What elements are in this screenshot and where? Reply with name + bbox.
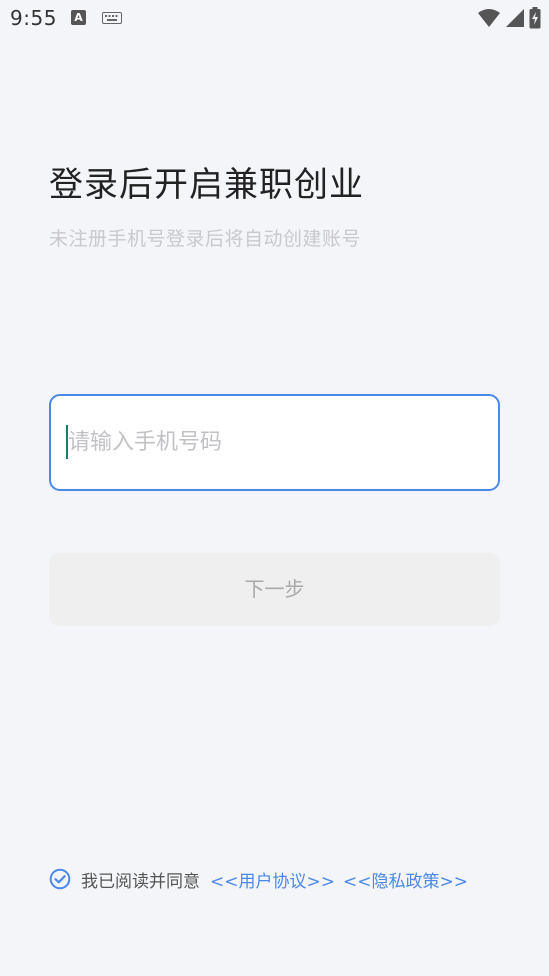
privacy-policy-link[interactable]: <<隐私政策>> — [343, 867, 468, 892]
agreement-row: 我已阅读并同意 <<用户协议>> <<隐私政策>> — [49, 866, 476, 892]
status-time: 9:55 — [10, 6, 57, 30]
battery-charging-icon — [529, 7, 541, 29]
wifi-icon — [478, 9, 500, 27]
status-indicators — [477, 7, 541, 29]
text-caret — [66, 425, 68, 459]
page-subtitle: 未注册手机号登录后将自动创建账号 — [49, 228, 362, 250]
check-circle-icon[interactable] — [49, 868, 71, 890]
phone-input[interactable] — [68, 420, 488, 464]
page-title: 登录后开启兼职创业 — [49, 165, 364, 205]
keyboard-icon — [102, 12, 122, 24]
signal-icon — [506, 9, 524, 27]
next-step-button[interactable]: 下一步 — [49, 553, 500, 626]
status-bar: 9:55 A — [0, 0, 549, 36]
user-agreement-link[interactable]: <<用户协议>> — [210, 867, 335, 892]
agreement-text: 我已阅读并同意 — [81, 871, 200, 892]
text-notification-icon: A — [71, 10, 86, 25]
